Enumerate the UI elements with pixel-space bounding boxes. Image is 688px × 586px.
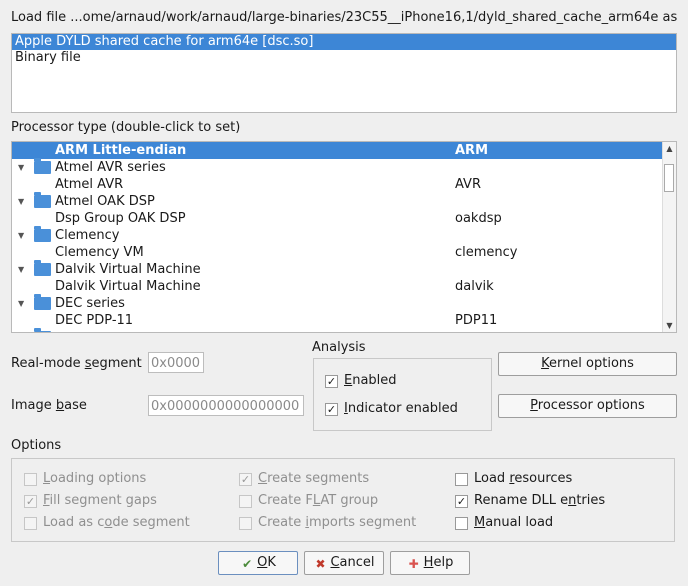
indicator-enabled-checkbox[interactable]: ✓: [325, 403, 338, 416]
processor-scrollbar[interactable]: ▲ ▼: [662, 142, 676, 332]
rename-dll-entries-checkbox[interactable]: ✓: [455, 495, 468, 508]
realmode-segment-input[interactable]: 0x0000: [148, 352, 204, 373]
processor-row[interactable]: ARM Little-endian ARM: [12, 142, 662, 159]
processor-name: DEC series: [55, 296, 125, 311]
processor-name: DEC PDP-11: [55, 313, 134, 328]
folder-icon: [34, 294, 51, 310]
processor-tree[interactable]: ARM Little-endian ARM ▼ Atmel AVR series Atm…: [11, 141, 677, 333]
create-flat-group-checkbox[interactable]: [239, 495, 252, 508]
processor-row[interactable]: Clemency VM clemency: [12, 244, 662, 261]
processor-name: Dsp Group OAK DSP: [55, 211, 186, 226]
processor-module: dalvik: [455, 279, 494, 294]
file-type-item[interactable]: Binary file: [12, 50, 676, 66]
folder-icon: [34, 158, 51, 174]
ok-hand-icon: ✔: [242, 557, 253, 571]
processor-name: Atmel AVR: [55, 177, 124, 192]
analysis-group: [313, 358, 492, 431]
file-type-list[interactable]: Apple DYLD shared cache for arm64e [dsc.…: [11, 33, 677, 113]
processor-type-label: Processor type (double-click to set): [11, 120, 241, 135]
help-button[interactable]: ✚ Help: [390, 551, 470, 575]
processor-name: Clemency VM: [55, 245, 144, 260]
expand-arrow-icon[interactable]: ▼: [18, 193, 24, 210]
analysis-enabled-checkbox[interactable]: ✓: [325, 375, 338, 388]
create-imports-segment-checkbox[interactable]: [239, 517, 252, 530]
processor-module: PDP11: [455, 313, 498, 328]
expand-arrow-icon[interactable]: ▼: [18, 295, 24, 312]
processor-name: Dalvik Virtual Machine: [55, 262, 201, 277]
processor-module: AVR: [455, 177, 481, 192]
load-as-code-segment-checkbox[interactable]: [24, 517, 37, 530]
help-lifebuoy-icon: ✚: [408, 557, 419, 571]
expand-arrow-icon[interactable]: ▼: [18, 159, 24, 176]
analysis-label: Analysis: [312, 340, 366, 355]
processor-module: oakdsp: [455, 211, 502, 226]
file-type-item[interactable]: Apple DYLD shared cache for arm64e [dsc.…: [12, 34, 676, 50]
loading-options-checkbox[interactable]: [24, 473, 37, 486]
processor-name: Clemency: [55, 228, 120, 243]
realmode-segment-label: Real-mode segment: [11, 356, 142, 371]
processor-group-row[interactable]: ▼ Clemency: [12, 226, 662, 244]
scroll-up-icon[interactable]: ▲: [663, 142, 676, 155]
load-file-header: Load file ...ome/arnaud/work/arnaud/larg…: [11, 10, 681, 25]
create-segments-checkbox[interactable]: ✓: [239, 473, 252, 486]
processor-name: Dalvik Virtual Machine: [55, 279, 201, 294]
options-label: Options: [11, 438, 62, 453]
processor-name: ARM Little-endian: [55, 143, 187, 158]
processor-row[interactable]: Atmel AVR AVR: [12, 176, 662, 193]
scroll-thumb[interactable]: [664, 164, 674, 192]
processor-group-row[interactable]: ▼ DEC series: [12, 294, 662, 312]
processor-group-row[interactable]: ▼ Atmel OAK DSP: [12, 192, 662, 210]
image-base-label: Image base: [11, 398, 87, 413]
load-file-label: Load file: [11, 10, 67, 25]
cancel-icon: ✖: [315, 557, 326, 571]
folder-icon: [34, 226, 51, 242]
ok-button[interactable]: ✔ OK: [218, 551, 298, 575]
manual-load-checkbox[interactable]: [455, 517, 468, 530]
processor-name: Atmel OAK DSP: [55, 194, 155, 209]
processor-group-row[interactable]: ▼ Atmel AVR series: [12, 158, 662, 176]
scroll-down-icon[interactable]: ▼: [663, 319, 676, 332]
processor-row[interactable]: DEC PDP-11 PDP11: [12, 312, 662, 329]
processor-row[interactable]: Dsp Group OAK DSP oakdsp: [12, 210, 662, 227]
processor-name: Atmel AVR series: [55, 160, 166, 175]
expand-arrow-icon[interactable]: ▼: [18, 227, 24, 244]
folder-icon: [34, 192, 51, 208]
kernel-options-button[interactable]: Kernel options: [498, 352, 677, 376]
processor-module: clemency: [455, 245, 518, 260]
processor-options-button[interactable]: Processor options: [498, 394, 677, 418]
image-base-input[interactable]: 0x0000000000000000: [148, 395, 304, 416]
folder-icon: [34, 260, 51, 276]
processor-module: ARM: [455, 143, 489, 158]
load-file-path: ...ome/arnaud/work/arnaud/large-binaries…: [70, 10, 678, 25]
expand-arrow-icon[interactable]: ▼: [18, 261, 24, 278]
folder-icon: [34, 328, 51, 332]
cancel-button[interactable]: ✖ Cancel: [304, 551, 384, 575]
fill-segment-gaps-checkbox[interactable]: ✓: [24, 495, 37, 508]
processor-row[interactable]: Dalvik Virtual Machine dalvik: [12, 278, 662, 295]
processor-group-row[interactable]: ▼ Dalvik Virtual Machine: [12, 260, 662, 278]
load-resources-checkbox[interactable]: [455, 473, 468, 486]
